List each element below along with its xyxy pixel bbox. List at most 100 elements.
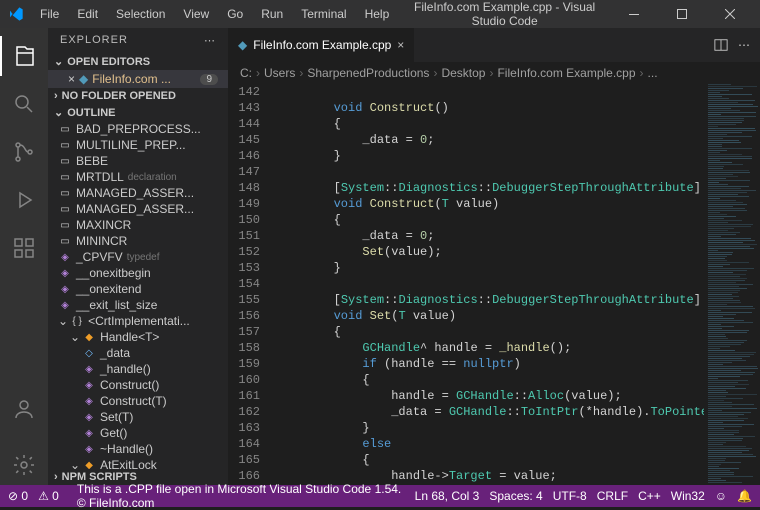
close-icon[interactable]: ×	[68, 72, 75, 86]
warnings-count[interactable]: ⚠ 0	[38, 489, 59, 503]
settings-icon[interactable]	[0, 445, 48, 485]
menu-edit[interactable]: Edit	[69, 3, 106, 25]
menu-terminal[interactable]: Terminal	[293, 3, 354, 25]
code-area[interactable]: 1421431441451461471481491501511521531541…	[228, 84, 760, 485]
outline-item[interactable]: ▭MULTILINE_PREP...	[48, 137, 228, 153]
status-bar: ⊘ 0 ⚠ 0 This is a .CPP file open in Micr…	[0, 485, 760, 507]
encoding[interactable]: UTF-8	[553, 489, 587, 503]
outline-item[interactable]: ◈Get()	[48, 425, 228, 441]
os[interactable]: Win32	[671, 489, 705, 503]
split-editor-icon[interactable]	[714, 38, 728, 52]
menu-view[interactable]: View	[175, 3, 217, 25]
cube-icon: ◈	[82, 428, 96, 439]
outline-item[interactable]: ▭MANAGED_ASSER...	[48, 185, 228, 201]
outline-item[interactable]: ◈Construct(T)	[48, 393, 228, 409]
more-icon[interactable]: ⋯	[738, 38, 750, 52]
breadcrumb[interactable]: C:›Users›SharpenedProductions›Desktop›Fi…	[228, 62, 760, 84]
menu-bar: FileEditSelectionViewGoRunTerminalHelp	[32, 3, 397, 25]
minimize-button[interactable]	[612, 0, 656, 28]
window-controls	[612, 0, 752, 28]
notifications-icon[interactable]: 🔔	[737, 489, 752, 503]
outline-item[interactable]: ▭MRTDLLdeclaration	[48, 169, 228, 185]
language-mode[interactable]: C++	[638, 489, 661, 503]
chevron-icon: ⌄	[70, 458, 80, 469]
errors-count[interactable]: ⊘ 0	[8, 489, 28, 503]
outline-item[interactable]: ▭BEBE	[48, 153, 228, 169]
breadcrumb-segment[interactable]: Users	[264, 66, 295, 80]
maximize-button[interactable]	[660, 0, 704, 28]
cube-icon: ◈	[82, 364, 96, 375]
cube-icon: ◈	[82, 412, 96, 423]
tab-filename: FileInfo.com Example.cpp	[253, 38, 391, 52]
cube-icon: ◈	[58, 252, 72, 263]
outline-item[interactable]: ⌄{ }<CrtImplementati...	[48, 313, 228, 329]
outline-item[interactable]: ◈~Handle()	[48, 441, 228, 457]
extensions-icon[interactable]	[0, 228, 48, 268]
breadcrumb-segment[interactable]: C:	[240, 66, 252, 80]
box-icon: ▭	[58, 236, 72, 247]
feedback-icon[interactable]: ☺	[715, 489, 727, 503]
box-icon: ▭	[58, 140, 72, 151]
menu-file[interactable]: File	[32, 3, 67, 25]
menu-go[interactable]: Go	[219, 3, 251, 25]
code-text[interactable]: void Construct() { _data = 0; } [System:…	[270, 84, 704, 485]
no-folder-header[interactable]: ›NO FOLDER OPENED	[48, 88, 228, 104]
outline-item[interactable]: ▭BAD_PREPROCESS...	[48, 121, 228, 137]
indent[interactable]: Spaces: 4	[489, 489, 542, 503]
outline-item[interactable]: ⌄◆Handle<T>	[48, 329, 228, 345]
titlebar: FileEditSelectionViewGoRunTerminalHelp F…	[0, 0, 760, 28]
menu-help[interactable]: Help	[357, 3, 398, 25]
sidebar-title: EXPLORER⋯	[48, 28, 228, 53]
close-icon[interactable]: ×	[397, 38, 404, 52]
cursor-position[interactable]: Ln 68, Col 3	[415, 489, 480, 503]
cube-icon: ◈	[82, 380, 96, 391]
more-icon[interactable]: ⋯	[204, 34, 216, 47]
open-editor-filename: FileInfo.com ...	[92, 72, 196, 86]
search-icon[interactable]	[0, 84, 48, 124]
open-editors-header[interactable]: ⌄OPEN EDITORS	[48, 53, 228, 70]
outline-item[interactable]: ◈_handle()	[48, 361, 228, 377]
breadcrumb-segment[interactable]: FileInfo.com Example.cpp	[497, 66, 635, 80]
cpp-file-icon: ◆	[79, 72, 88, 86]
tab-active[interactable]: ◆ FileInfo.com Example.cpp ×	[228, 28, 415, 62]
minimap[interactable]	[704, 84, 760, 485]
outline-item[interactable]: ◈Construct()	[48, 377, 228, 393]
vscode-logo-icon	[8, 6, 24, 22]
chevron-icon: ⌄	[70, 330, 80, 344]
outline-item[interactable]: ◈__onexitbegin	[48, 265, 228, 281]
breadcrumb-segment[interactable]: SharpenedProductions	[307, 66, 429, 80]
cube-icon: ◈	[58, 284, 72, 295]
outline-item[interactable]: ◈_CPVFVtypedef	[48, 249, 228, 265]
outline-item[interactable]: ◇_data	[48, 345, 228, 361]
eol[interactable]: CRLF	[597, 489, 628, 503]
scm-icon[interactable]	[0, 132, 48, 172]
explorer-icon[interactable]	[0, 36, 48, 76]
chevron-down-icon: ⌄	[54, 106, 63, 119]
sidebar: EXPLORER⋯ ⌄OPEN EDITORS × ◆ FileInfo.com…	[48, 28, 228, 485]
activity-bar	[0, 28, 48, 485]
breadcrumb-segment[interactable]: Desktop	[441, 66, 485, 80]
menu-run[interactable]: Run	[253, 3, 291, 25]
debug-icon[interactable]	[0, 180, 48, 220]
window-title: FileInfo.com Example.cpp - Visual Studio…	[397, 0, 612, 28]
status-right: Ln 68, Col 3 Spaces: 4 UTF-8 CRLF C++ Wi…	[415, 489, 752, 503]
close-button[interactable]	[708, 0, 752, 28]
outline-item[interactable]: ▭MAXINCR	[48, 217, 228, 233]
outline-item[interactable]: ▭MININCR	[48, 233, 228, 249]
outline-item[interactable]: ◈Set(T)	[48, 409, 228, 425]
menu-selection[interactable]: Selection	[108, 3, 173, 25]
chevron-down-icon: ⌄	[54, 55, 63, 68]
problem-badge: 9	[200, 74, 218, 85]
outline-item[interactable]: ▭MANAGED_ASSER...	[48, 201, 228, 217]
outline-item[interactable]: ◈__onexitend	[48, 281, 228, 297]
outline-item[interactable]: ⌄◆AtExitLock	[48, 457, 228, 469]
open-editor-item[interactable]: × ◆ FileInfo.com ... 9	[48, 70, 228, 88]
outline-header[interactable]: ⌄OUTLINE	[48, 104, 228, 121]
breadcrumb-segment[interactable]: ...	[648, 66, 658, 80]
main: EXPLORER⋯ ⌄OPEN EDITORS × ◆ FileInfo.com…	[0, 28, 760, 485]
box-icon: ▭	[58, 204, 72, 215]
account-icon[interactable]	[0, 389, 48, 429]
outline-item[interactable]: ◈__exit_list_size	[48, 297, 228, 313]
cpp-file-icon: ◆	[238, 38, 247, 52]
chevron-right-icon: ›	[54, 471, 58, 483]
